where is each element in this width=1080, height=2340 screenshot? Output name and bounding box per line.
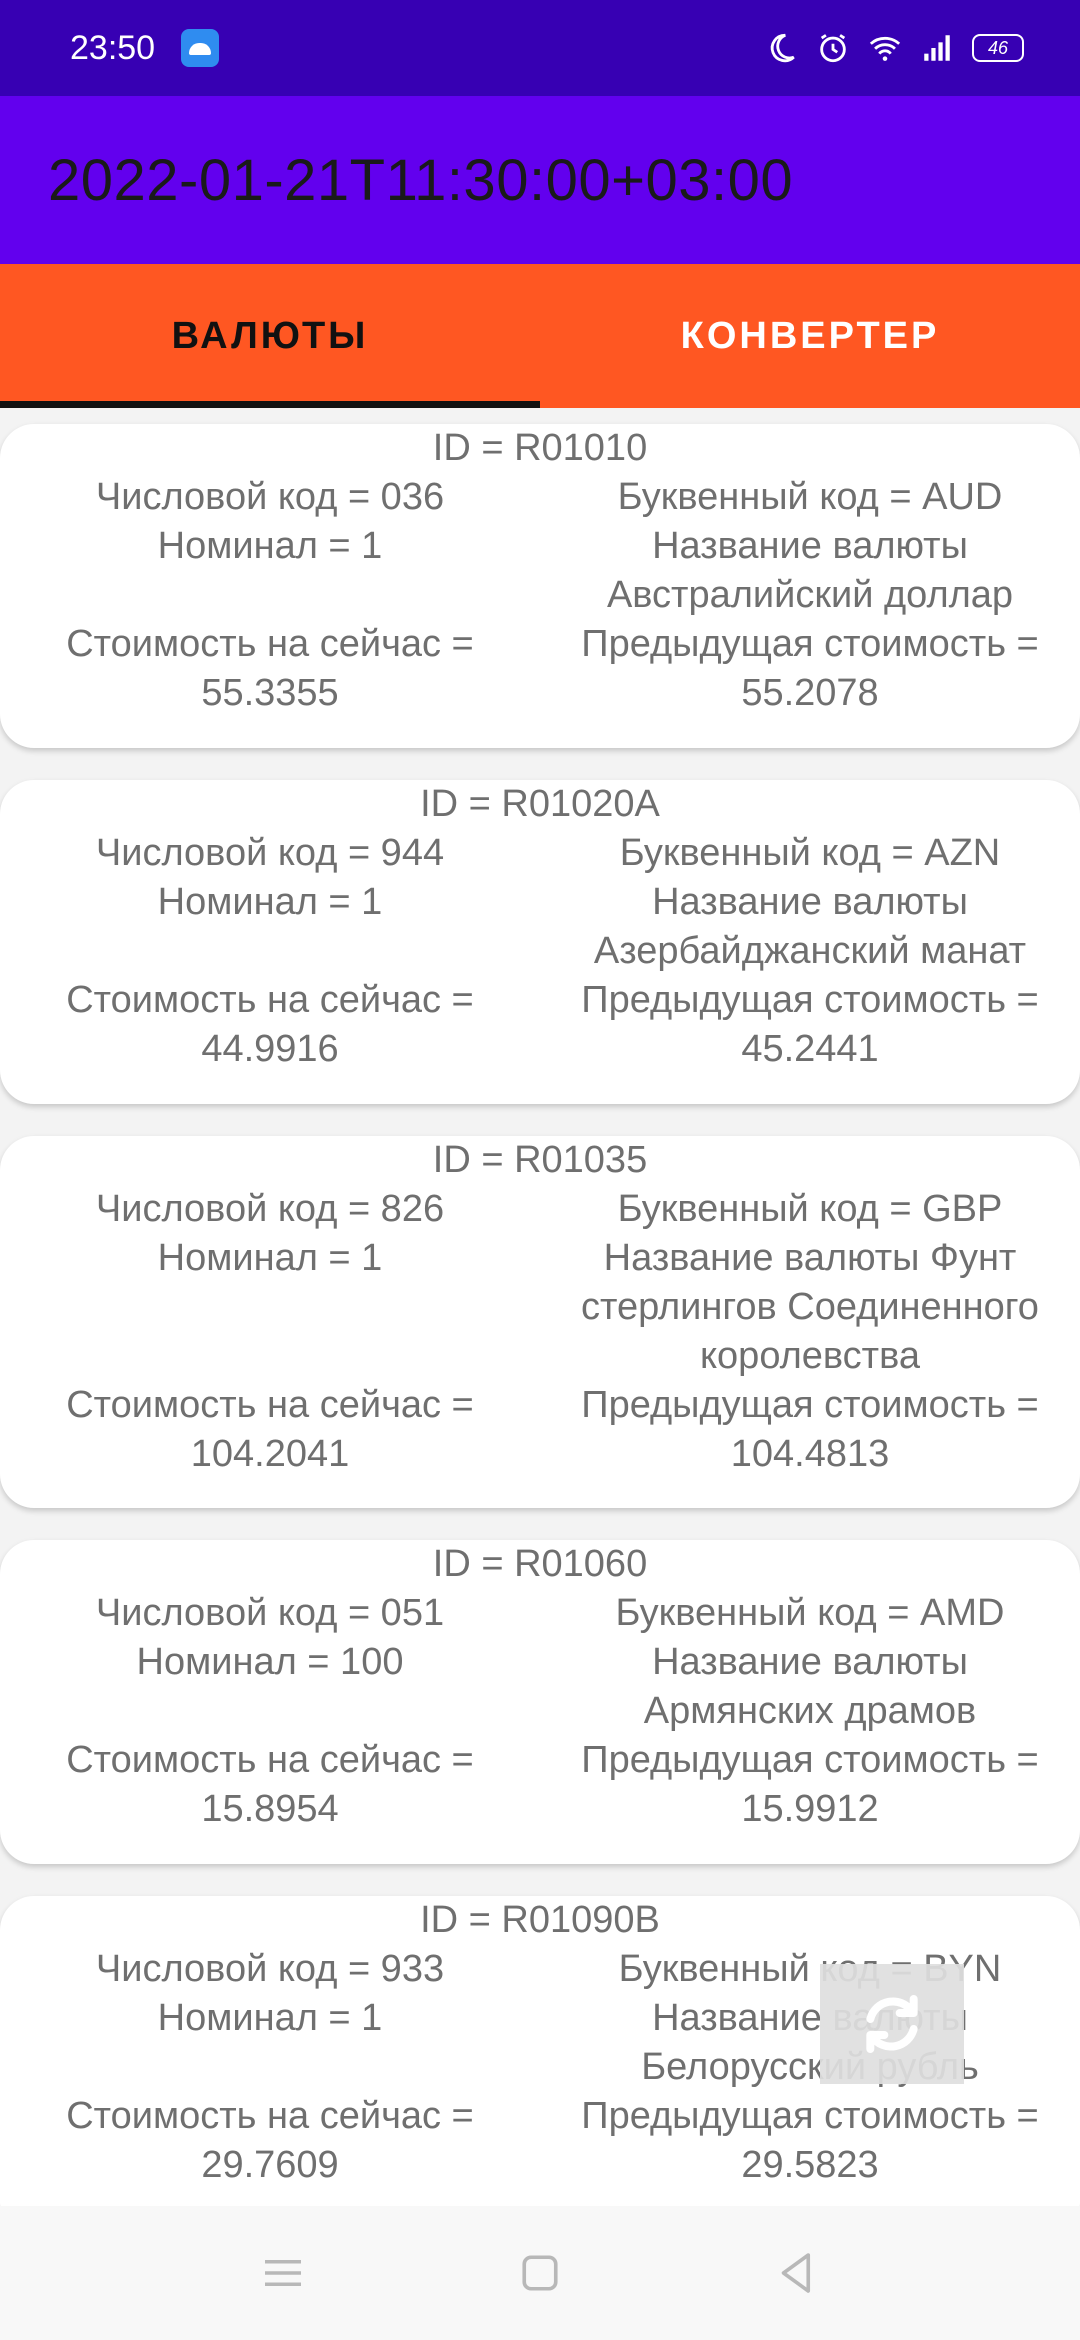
currency-name: Название валюты Австралийский доллар bbox=[540, 522, 1080, 620]
tab-currencies[interactable]: ВАЛЮТЫ bbox=[0, 264, 540, 408]
currency-char-code: Буквенный код = AMD bbox=[615, 1592, 1005, 1634]
moon-icon bbox=[770, 33, 795, 63]
current-value-label: Стоимость на сейчас = bbox=[66, 623, 474, 665]
currency-num-code: Числовой код = 036 bbox=[95, 476, 445, 518]
currency-previous-value: Предыдущая стоимость = 104.4813 bbox=[540, 1381, 1080, 1479]
current-value: 55.3355 bbox=[201, 672, 339, 714]
currency-current-value: Стоимость на сейчас = 44.9916 bbox=[0, 976, 540, 1074]
system-nav-bar bbox=[0, 2206, 1080, 2340]
previous-value: 45.2441 bbox=[741, 1028, 879, 1070]
tab-converter[interactable]: КОНВЕРТЕР bbox=[540, 264, 1080, 408]
currency-name-line: Азербайджанский манат bbox=[593, 930, 1027, 972]
currency-name-line: Название валюты bbox=[652, 881, 968, 923]
app-bar: 2022-01-21T11:30:00+03:00 bbox=[0, 96, 1080, 264]
currency-char-code: Буквенный код = GBP bbox=[617, 1188, 1003, 1230]
refresh-button[interactable] bbox=[820, 1964, 964, 2084]
currency-nominal: Номинал = 1 bbox=[157, 1237, 383, 1279]
current-value: 44.9916 bbox=[201, 1028, 339, 1070]
currency-name-line: Армянских драмов bbox=[643, 1690, 977, 1732]
currency-nominal: Номинал = 1 bbox=[157, 525, 383, 567]
status-time: 23:50 bbox=[70, 28, 156, 67]
previous-value-label: Предыдущая стоимость = bbox=[581, 1384, 1039, 1426]
home-icon[interactable] bbox=[513, 2246, 567, 2300]
currency-name-line: Название валюты bbox=[652, 1997, 968, 2039]
currency-name-line: Австралийский доллар bbox=[606, 574, 1014, 616]
current-value: 29.7609 bbox=[201, 2144, 339, 2186]
currency-num-code: Числовой код = 944 bbox=[95, 832, 445, 874]
tab-bar: ВАЛЮТЫ КОНВЕРТЕР bbox=[0, 264, 1080, 408]
current-value: 104.2041 bbox=[190, 1433, 350, 1475]
previous-value: 55.2078 bbox=[741, 672, 879, 714]
currency-name-line: Название валюты bbox=[652, 525, 968, 567]
currency-current-value: Стоимость на сейчас = 29.7609 bbox=[0, 2092, 540, 2190]
currency-char-code: Буквенный код = BYN bbox=[618, 1948, 1002, 1990]
signal-icon bbox=[924, 35, 950, 61]
currency-id: ID = R01090B bbox=[420, 1899, 660, 1941]
currency-card: ID = R01010 Числовой код = 036 Буквенный… bbox=[0, 424, 1080, 748]
currency-name: Название валюты Азербайджанский манат bbox=[540, 878, 1080, 976]
previous-value-label: Предыдущая стоимость = bbox=[581, 979, 1039, 1021]
previous-value-label: Предыдущая стоимость = bbox=[581, 1739, 1039, 1781]
currency-name: Название валюты Белорусский рубль bbox=[540, 1994, 1080, 2092]
android-notification-icon bbox=[181, 29, 220, 67]
wifi-icon bbox=[869, 36, 901, 61]
previous-value-label: Предыдущая стоимость = bbox=[581, 2095, 1039, 2137]
previous-value: 29.5823 bbox=[741, 2144, 879, 2186]
status-icons: 46 bbox=[764, 31, 1024, 65]
status-bar: 23:50 46 bbox=[0, 0, 1080, 96]
battery-icon: 46 bbox=[972, 34, 1024, 62]
currency-id: ID = R01010 bbox=[432, 427, 648, 469]
current-value: 15.8954 bbox=[201, 1788, 339, 1830]
currency-card: ID = R01060 Числовой код = 051 Буквенный… bbox=[0, 1540, 1080, 1864]
previous-value-label: Предыдущая стоимость = bbox=[581, 623, 1039, 665]
currency-id: ID = R01035 bbox=[432, 1139, 648, 1181]
currency-current-value: Стоимость на сейчас = 104.2041 bbox=[0, 1381, 540, 1479]
currency-name: Название валюты Армянских драмов bbox=[540, 1638, 1080, 1736]
currency-list[interactable]: ID = R01010 Числовой код = 036 Буквенный… bbox=[0, 408, 1080, 2206]
currency-name-line: Название валюты Фунт bbox=[603, 1237, 1017, 1279]
currency-id: ID = R01020A bbox=[420, 783, 660, 825]
currency-previous-value: Предыдущая стоимость = 55.2078 bbox=[540, 620, 1080, 718]
currency-name: Название валюты Фунт стерлингов Соединен… bbox=[540, 1234, 1080, 1381]
current-value-label: Стоимость на сейчас = bbox=[66, 1384, 474, 1426]
currency-previous-value: Предыдущая стоимость = 15.9912 bbox=[540, 1736, 1080, 1834]
currency-char-code: Буквенный код = AZN bbox=[619, 832, 1001, 874]
currency-name-line: Белорусский рубль bbox=[641, 2046, 979, 2088]
back-icon[interactable] bbox=[770, 2246, 824, 2300]
currency-num-code: Числовой код = 933 bbox=[95, 1948, 445, 1990]
currency-card: ID = R01035 Числовой код = 826 Буквенный… bbox=[0, 1136, 1080, 1508]
refresh-icon bbox=[866, 1995, 918, 2053]
currency-name-line: стерлингов Соединенного bbox=[581, 1286, 1039, 1328]
currency-char-code: Буквенный код = AUD bbox=[617, 476, 1003, 518]
currency-nominal: Номинал = 1 bbox=[157, 881, 383, 923]
previous-value: 104.4813 bbox=[730, 1433, 890, 1475]
current-value-label: Стоимость на сейчас = bbox=[66, 2095, 474, 2137]
currency-current-value: Стоимость на сейчас = 55.3355 bbox=[0, 620, 540, 718]
current-value-label: Стоимость на сейчас = bbox=[66, 1739, 474, 1781]
currency-id: ID = R01060 bbox=[432, 1543, 648, 1585]
currency-nominal: Номинал = 100 bbox=[136, 1641, 404, 1683]
menu-icon[interactable] bbox=[256, 2246, 310, 2300]
previous-value: 15.9912 bbox=[741, 1788, 879, 1830]
page-title: 2022-01-21T11:30:00+03:00 bbox=[48, 147, 794, 213]
currency-previous-value: Предыдущая стоимость = 29.5823 bbox=[540, 2092, 1080, 2190]
currency-card: ID = R01020A Числовой код = 944 Буквенны… bbox=[0, 780, 1080, 1104]
currency-previous-value: Предыдущая стоимость = 45.2441 bbox=[540, 976, 1080, 1074]
currency-num-code: Числовой код = 826 bbox=[95, 1188, 445, 1230]
currency-num-code: Числовой код = 051 bbox=[95, 1592, 445, 1634]
current-value-label: Стоимость на сейчас = bbox=[66, 979, 474, 1021]
alarm-icon bbox=[820, 34, 846, 63]
currency-name-line: королевства bbox=[700, 1335, 920, 1377]
currency-current-value: Стоимость на сейчас = 15.8954 bbox=[0, 1736, 540, 1834]
currency-name-line: Название валюты bbox=[652, 1641, 968, 1683]
currency-nominal: Номинал = 1 bbox=[157, 1997, 383, 2039]
